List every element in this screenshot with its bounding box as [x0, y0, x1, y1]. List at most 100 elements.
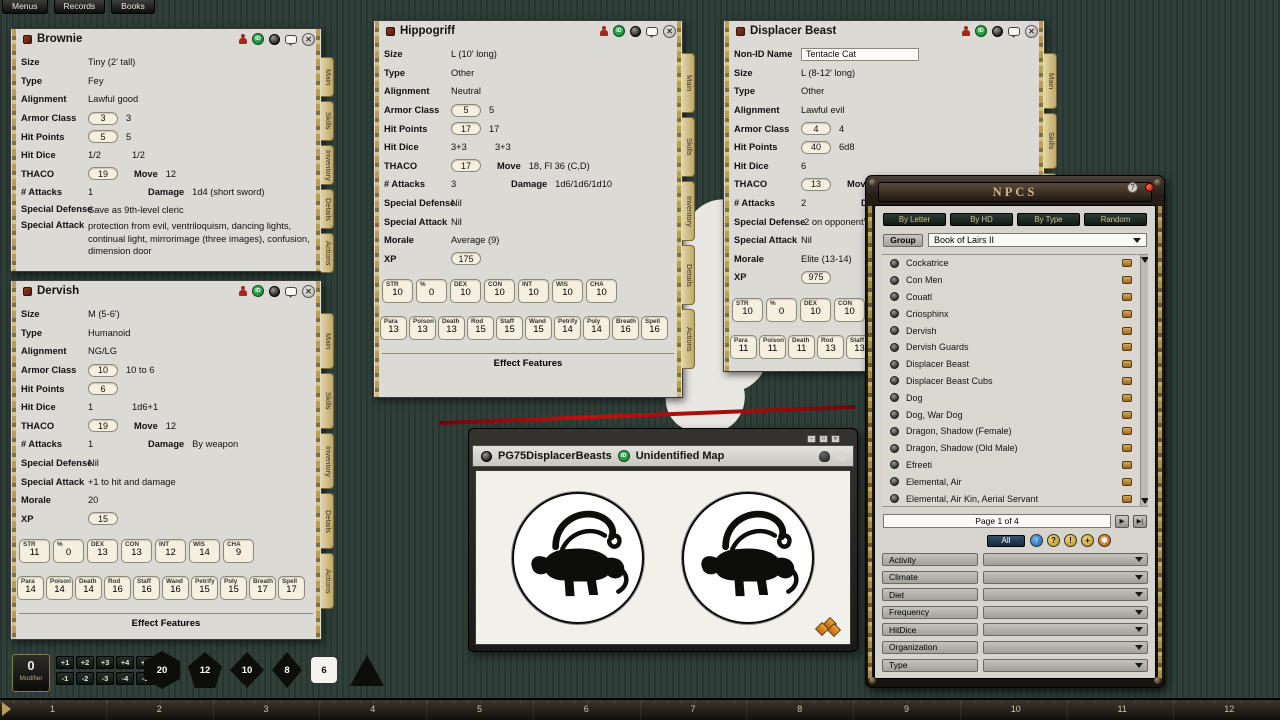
npc-list[interactable]: Cockatrice Con Men Couatl Criosphinx	[882, 254, 1148, 507]
side-tab[interactable]: Skills	[321, 101, 334, 141]
hotkey-slot[interactable]: 10	[960, 700, 1067, 720]
token-icon[interactable]	[269, 34, 280, 45]
xp-field[interactable]: 175	[451, 252, 481, 265]
filter-label-button[interactable]: HitDice	[882, 623, 978, 636]
d20-die[interactable]: 20	[144, 651, 180, 689]
npc-link-icon[interactable]	[1122, 343, 1132, 351]
npc-link-icon[interactable]	[1122, 427, 1132, 435]
token-person-icon[interactable]	[238, 286, 247, 297]
hotkey-slot[interactable]: 11	[1067, 700, 1174, 720]
xp-field[interactable]: 975	[801, 271, 831, 284]
hotkey-slot[interactable]: 7	[640, 700, 747, 720]
ability-score-box[interactable]: STR 10	[732, 298, 763, 322]
thaco-field[interactable]: 13	[801, 178, 831, 191]
xp-field[interactable]: 15	[88, 512, 118, 525]
hotkey-slot[interactable]: 2	[106, 700, 213, 720]
saving-throw-box[interactable]: Petrify 14	[554, 316, 581, 340]
link-icon[interactable]	[386, 27, 395, 36]
hotkey-slot[interactable]: 1	[0, 700, 106, 720]
saving-throw-box[interactable]: Para 11	[730, 335, 757, 359]
ability-score-box[interactable]: WIS 14	[189, 539, 220, 563]
close-icon[interactable]: ✕	[663, 25, 676, 38]
window-titlebar[interactable]: Dervish ID ✕	[11, 281, 321, 301]
window-titlebar[interactable]: Hippogriff ID ✕	[374, 21, 682, 41]
saving-throw-box[interactable]: Spell 16	[641, 316, 668, 340]
saving-throw-box[interactable]: Death 13	[438, 316, 465, 340]
scrollbar[interactable]	[1140, 255, 1148, 506]
id-icon[interactable]: ID	[613, 25, 625, 37]
side-tab[interactable]: Actions	[321, 233, 334, 273]
npc-token-icon[interactable]	[890, 259, 899, 268]
window-brownie[interactable]: Brownie ID ✕ SizeTiny (2' tall) TypeFey …	[10, 28, 322, 272]
npc-token-icon[interactable]	[890, 292, 899, 301]
filter-category-button[interactable]: ↑	[1030, 534, 1043, 547]
link-icon[interactable]	[23, 287, 32, 296]
hit-points-field[interactable]: 17	[451, 122, 481, 135]
filter-label-button[interactable]: Climate	[882, 571, 978, 584]
saving-throw-box[interactable]: Poison 11	[759, 335, 786, 359]
saving-throw-box[interactable]: Death 14	[75, 576, 102, 600]
saving-throw-box[interactable]: Poison 14	[46, 576, 73, 600]
chat-icon[interactable]	[285, 287, 297, 296]
filter-label-button[interactable]: Activity	[882, 553, 978, 566]
npc-link-icon[interactable]	[1122, 310, 1132, 318]
filter-dropdown[interactable]	[983, 641, 1148, 654]
hit-points-field[interactable]: 40	[801, 141, 831, 154]
hotkey-slot[interactable]: 12	[1173, 700, 1280, 720]
side-tab[interactable]: Skills	[321, 373, 334, 429]
id-icon[interactable]: ID	[618, 450, 630, 462]
ability-score-box[interactable]: STR 11	[19, 539, 50, 563]
ability-score-box[interactable]: CHA 9	[223, 539, 254, 563]
npc-token-icon[interactable]	[890, 360, 899, 369]
filter-label-button[interactable]: Organization	[882, 641, 978, 654]
saving-throw-box[interactable]: Poison 13	[409, 316, 436, 340]
hotkey-bar[interactable]: 123456789101112	[0, 698, 1280, 720]
d12-die[interactable]: 12	[188, 652, 222, 688]
filter-category-button[interactable]: +	[1081, 534, 1094, 547]
ability-score-box[interactable]: DEX 10	[450, 279, 481, 303]
window-close-icon[interactable]: ✕	[831, 435, 840, 443]
saving-throw-box[interactable]: Para 13	[380, 316, 407, 340]
armor-class-field[interactable]: 4	[801, 122, 831, 135]
npc-token-icon[interactable]	[890, 410, 899, 419]
token-icon[interactable]	[992, 26, 1003, 37]
filter-label-button[interactable]: Type	[882, 659, 978, 672]
filter-all-button[interactable]: All	[987, 535, 1025, 547]
ability-score-box[interactable]: WIS 10	[552, 279, 583, 303]
hit-points-field[interactable]: 5	[88, 130, 118, 143]
list-item[interactable]: Dragon, Shadow (Female)	[882, 423, 1148, 440]
token-person-icon[interactable]	[238, 34, 247, 45]
saving-throw-box[interactable]: Rod 15	[467, 316, 494, 340]
filter-label-button[interactable]: Diet	[882, 588, 978, 601]
close-icon[interactable]: ✕	[302, 33, 315, 46]
filter-category-button[interactable]: ✱	[1098, 534, 1111, 547]
d10-die[interactable]: 10	[230, 652, 264, 688]
group-dropdown[interactable]: Book of Lairs II	[928, 233, 1147, 247]
hotkey-slot[interactable]: 5	[426, 700, 533, 720]
scroll-arrow-icon[interactable]	[1141, 257, 1148, 263]
npcs-sort-tab[interactable]: By Type	[1017, 213, 1080, 226]
list-item[interactable]: Dragon, Shadow (Old Male)	[882, 440, 1148, 457]
filter-dropdown[interactable]	[983, 571, 1148, 584]
link-icon[interactable]	[736, 27, 745, 36]
npc-token-icon[interactable]	[890, 494, 899, 503]
list-item[interactable]: Couatl	[882, 289, 1148, 306]
modifier-button[interactable]: -1	[56, 672, 74, 685]
token-person-icon[interactable]	[961, 26, 970, 37]
help-icon[interactable]: ?	[1127, 182, 1138, 193]
side-tab[interactable]: Details	[321, 493, 334, 549]
token-icon[interactable]	[269, 286, 280, 297]
npcs-sort-tab[interactable]: Random	[1084, 213, 1147, 226]
filter-category-button[interactable]: ?	[1047, 534, 1060, 547]
id-icon[interactable]: ID	[252, 285, 264, 297]
npc-token-icon[interactable]	[890, 309, 899, 318]
modifier-box[interactable]: 0 Modifier	[12, 654, 50, 692]
npc-link-icon[interactable]	[1122, 411, 1132, 419]
modifier-button[interactable]: +3	[96, 656, 114, 669]
list-item[interactable]: Displacer Beast Cubs	[882, 373, 1148, 390]
window-titlebar[interactable]: Brownie ID ✕	[11, 29, 321, 49]
hotkey-slot[interactable]: 9	[853, 700, 960, 720]
modifier-button[interactable]: -4	[116, 672, 134, 685]
player-visibility-icon[interactable]	[836, 451, 845, 462]
npc-token-icon[interactable]	[890, 343, 899, 352]
